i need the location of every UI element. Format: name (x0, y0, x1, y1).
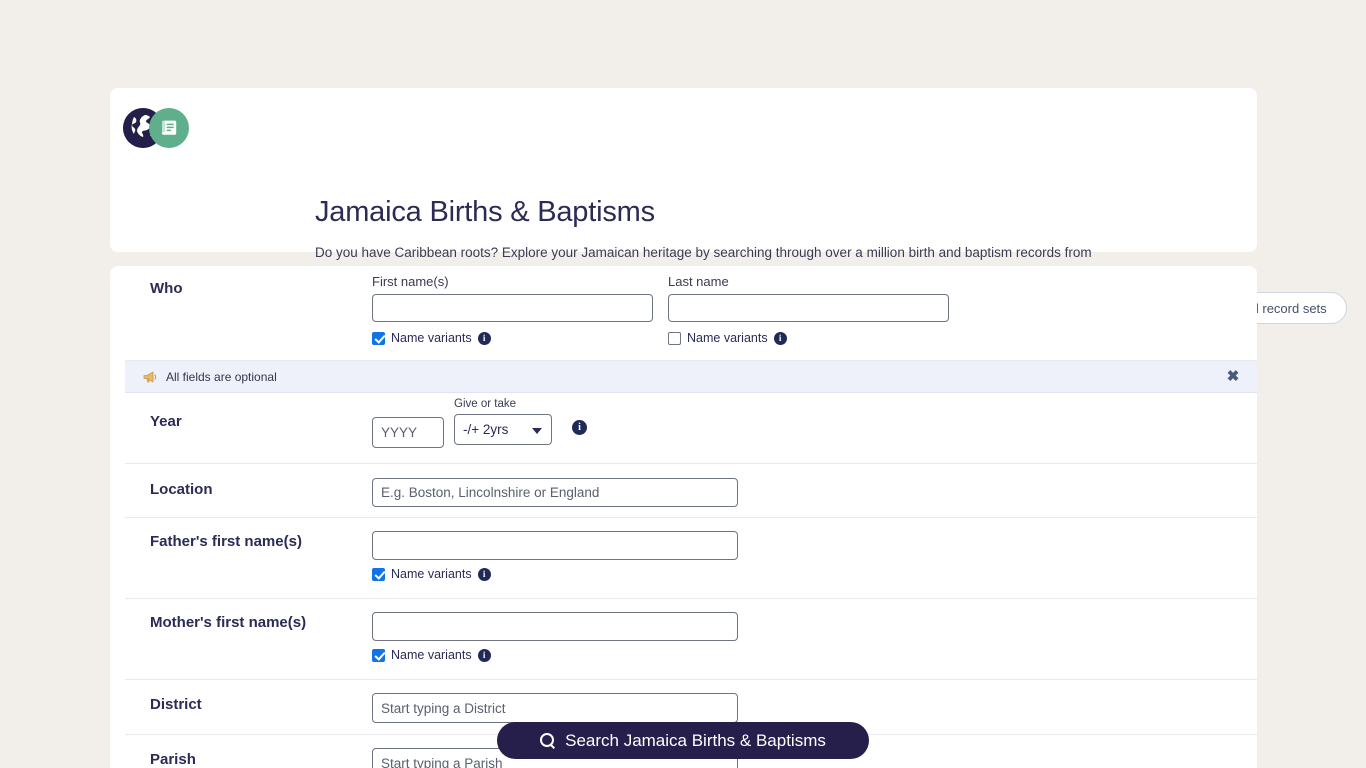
close-icon[interactable]: ✖ (1225, 369, 1241, 385)
search-icon (540, 733, 555, 748)
last-name-label: Last name (668, 274, 729, 289)
search-form-card: Who First name(s) Name variants i Last n… (110, 266, 1257, 768)
mother-first-name-input[interactable] (372, 612, 738, 641)
mother-variants-label: Name variants (391, 648, 472, 662)
record-set-header-card: Jamaica Births & Baptisms Do you have Ca… (110, 88, 1347, 324)
section-label-parish: Parish (150, 751, 196, 768)
last-name-variants-group: Name variants i (668, 331, 949, 345)
last-name-variants-label: Name variants (687, 331, 768, 345)
megaphone-icon (143, 370, 158, 384)
section-label-district: District (150, 696, 202, 713)
optional-fields-notice: All fields are optional ✖ (125, 361, 1257, 393)
info-icon[interactable]: i (773, 331, 787, 345)
info-icon[interactable]: i (572, 420, 587, 435)
last-name-input[interactable] (668, 294, 949, 322)
district-input[interactable] (372, 693, 738, 723)
last-name-variants-checkbox[interactable] (668, 331, 681, 345)
section-label-location: Location (150, 481, 213, 498)
form-row-mother: Mother's first name(s) Name variants i (125, 599, 1257, 680)
father-variants-checkbox[interactable] (372, 567, 385, 581)
info-icon[interactable]: i (477, 567, 491, 581)
form-row-year: Year Give or take -/+ 2yrs i (125, 393, 1257, 464)
father-variants-group: Name variants i (372, 567, 491, 581)
father-variants-label: Name variants (391, 567, 472, 581)
first-name-label: First name(s) (372, 274, 449, 289)
chevron-down-icon (532, 428, 542, 434)
give-or-take-value: -/+ 2yrs (463, 422, 509, 437)
optional-fields-notice-text: All fields are optional (166, 369, 277, 384)
section-label-who: Who (150, 280, 183, 297)
form-row-father: Father's first name(s) Name variants i (125, 518, 1257, 599)
info-icon[interactable]: i (477, 331, 491, 345)
form-row-who: Who First name(s) Name variants i Last n… (125, 266, 1257, 361)
book-icon (149, 108, 189, 148)
record-set-logo (123, 108, 189, 150)
search-button-label: Search Jamaica Births & Baptisms (565, 730, 826, 750)
give-or-take-select[interactable]: -/+ 2yrs (454, 414, 552, 445)
father-first-name-input[interactable] (372, 531, 738, 560)
section-label-mother: Mother's first name(s) (150, 614, 307, 631)
section-label-year: Year (150, 413, 182, 430)
info-icon[interactable]: i (477, 648, 491, 662)
first-name-variants-label: Name variants (391, 331, 472, 345)
first-name-group: First name(s) Name variants i (372, 274, 653, 345)
page-title: Jamaica Births & Baptisms (315, 196, 655, 228)
search-form: Who First name(s) Name variants i Last n… (125, 266, 1257, 768)
form-row-location: Location (125, 464, 1257, 518)
section-label-father: Father's first name(s) (150, 533, 302, 550)
location-input[interactable] (372, 478, 738, 507)
year-input[interactable] (372, 417, 444, 448)
give-or-take-label: Give or take (454, 398, 516, 410)
last-name-group: Last name Name variants i (668, 274, 949, 345)
mother-variants-group: Name variants i (372, 648, 491, 662)
give-or-take-group: Give or take -/+ 2yrs (454, 398, 552, 445)
search-button[interactable]: Search Jamaica Births & Baptisms (497, 722, 869, 759)
first-name-input[interactable] (372, 294, 653, 322)
first-name-variants-group: Name variants i (372, 331, 653, 345)
first-name-variants-checkbox[interactable] (372, 331, 385, 345)
mother-variants-checkbox[interactable] (372, 648, 385, 662)
